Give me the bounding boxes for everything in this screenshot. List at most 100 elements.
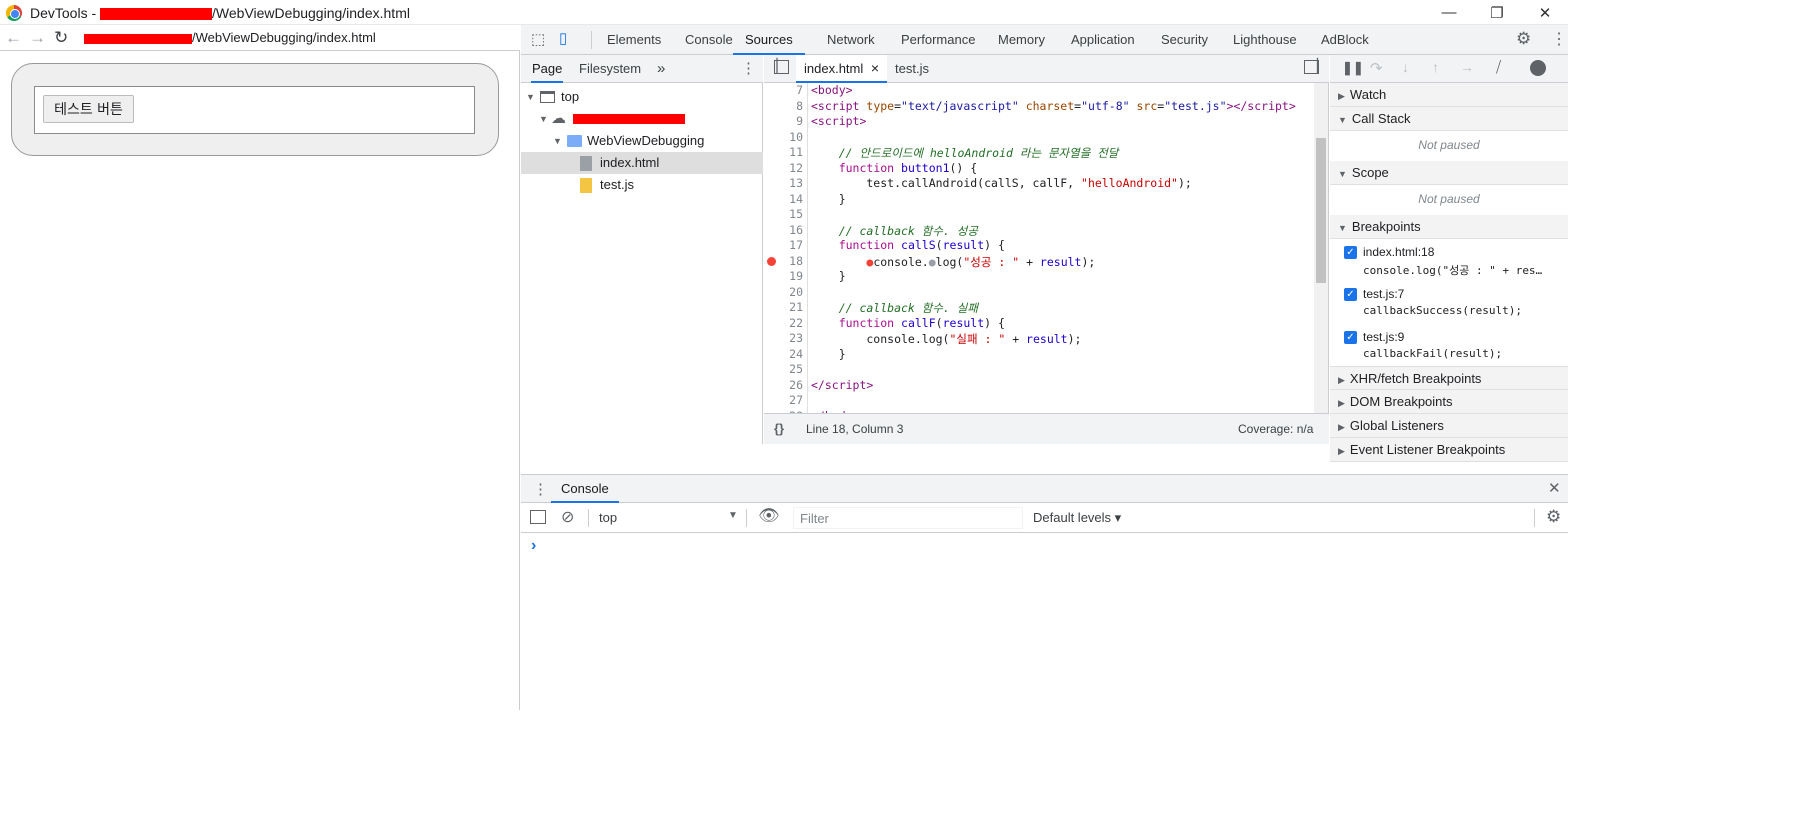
- checkbox-checked-icon[interactable]: ✓: [1344, 246, 1357, 259]
- deactivate-breakpoints-icon[interactable]: ⧸: [1496, 59, 1501, 76]
- minimize-button[interactable]: —: [1426, 0, 1472, 25]
- code-line: <script type="text/javascript" charset="…: [811, 98, 1296, 113]
- more-tabs-icon[interactable]: »: [657, 55, 665, 83]
- source-editor: ▏ index.html × test.js ▕ 7 8 9 10 11 12 …: [764, 55, 1329, 444]
- show-sidebar-icon[interactable]: [530, 510, 546, 524]
- breakpoint-location: index.html:18: [1363, 245, 1435, 259]
- line-number: 10: [789, 129, 803, 144]
- line-number: 19: [789, 269, 803, 283]
- toolbar-divider: [588, 509, 589, 527]
- checkbox-checked-icon[interactable]: ✓: [1344, 288, 1357, 301]
- line-number: 21: [789, 300, 803, 314]
- line-number: 15: [789, 207, 803, 221]
- url-path: /WebViewDebugging/index.html: [192, 30, 376, 45]
- code-line: function button1() {: [838, 160, 978, 175]
- step-icon[interactable]: →: [1460, 59, 1474, 75]
- code-area[interactable]: <body> <script type="text/javascript" ch…: [809, 83, 1314, 413]
- pretty-print-icon[interactable]: {}: [774, 421, 784, 436]
- scope-not-paused: Not paused: [1418, 192, 1480, 206]
- line-number: 17: [789, 238, 803, 252]
- tab-memory[interactable]: Memory: [998, 25, 1045, 55]
- tree-item-folder[interactable]: ▼ WebViewDebugging: [521, 130, 763, 152]
- tree-item-index-html[interactable]: index.html: [521, 152, 763, 174]
- inspect-element-icon[interactable]: ⬚: [531, 30, 545, 48]
- tree-item-host[interactable]: ▼ ☁: [521, 108, 763, 130]
- maximize-button[interactable]: ❐: [1474, 0, 1520, 25]
- window-title-suffix: /WebViewDebugging/index.html: [212, 5, 410, 21]
- log-levels-dropdown[interactable]: Default levels ▾: [1033, 510, 1121, 526]
- code-line: test.callAndroid(callS, callF, "helloAnd…: [811, 176, 1192, 190]
- toolbar-divider: [746, 509, 747, 527]
- section-call-stack[interactable]: ▼ Call Stack: [1330, 107, 1568, 131]
- settings-gear-icon[interactable]: ⚙: [1516, 29, 1531, 49]
- tab-console[interactable]: Console: [685, 25, 733, 55]
- page-viewport: 테스트 버튼: [0, 51, 520, 710]
- live-expression-eye-icon[interactable]: 👁: [758, 506, 780, 526]
- drawer-tab-console[interactable]: Console: [551, 475, 619, 503]
- step-over-icon[interactable]: ↷: [1370, 59, 1383, 77]
- window-title-prefix: DevTools -: [30, 5, 101, 21]
- editor-tab-index-html[interactable]: index.html ×: [796, 55, 888, 83]
- close-tab-icon[interactable]: ×: [871, 60, 879, 76]
- pause-on-exceptions-icon[interactable]: [1530, 60, 1546, 76]
- section-dom-label: DOM Breakpoints: [1349, 394, 1453, 409]
- navigator-tab-page[interactable]: Page: [531, 55, 564, 83]
- tab-network[interactable]: Network: [827, 25, 875, 55]
- editor-tab-test-js[interactable]: test.js: [895, 55, 929, 82]
- reload-icon[interactable]: ↻: [54, 28, 68, 48]
- console-prompt-icon[interactable]: ›: [531, 537, 536, 555]
- section-watch[interactable]: ▶ Watch: [1330, 83, 1568, 107]
- line-number: 24: [789, 346, 803, 361]
- section-scope[interactable]: ▼ Scope: [1330, 161, 1568, 185]
- tab-lighthouse[interactable]: Lighthouse: [1233, 25, 1297, 55]
- clear-console-icon[interactable]: ⊘: [561, 507, 574, 527]
- more-options-icon[interactable]: ⋮: [1551, 29, 1567, 49]
- expand-triangle-icon: ▼: [553, 136, 562, 146]
- forward-arrow-icon[interactable]: →: [29, 28, 46, 48]
- step-out-icon[interactable]: ↑: [1432, 59, 1439, 75]
- back-arrow-icon[interactable]: ←: [5, 28, 22, 48]
- scrollbar-thumb[interactable]: [1316, 138, 1326, 283]
- close-window-button[interactable]: ✕: [1522, 0, 1568, 25]
- drawer-menu-icon[interactable]: ⋮: [533, 480, 548, 498]
- breakpoint-code: callbackFail(result);: [1363, 347, 1503, 360]
- code-line: function callS(result) {: [838, 238, 1005, 252]
- address-bar: ← → ↻ /WebViewDebugging/index.html: [0, 25, 520, 51]
- url-text[interactable]: /WebViewDebugging/index.html: [84, 30, 376, 45]
- tab-elements[interactable]: Elements: [607, 25, 661, 55]
- section-event-listener-breakpoints[interactable]: ▶ Event Listener Breakpoints: [1330, 438, 1568, 462]
- tab-adblock[interactable]: AdBlock: [1321, 25, 1369, 55]
- line-number: 22: [789, 315, 803, 330]
- context-selector[interactable]: top ▼: [591, 505, 741, 531]
- tab-performance[interactable]: Performance: [901, 25, 975, 55]
- tab-application[interactable]: Application: [1071, 25, 1135, 55]
- navigator-menu-icon[interactable]: ⋮: [741, 59, 756, 77]
- test-button[interactable]: 테스트 버튼: [43, 95, 134, 123]
- console-settings-gear-icon[interactable]: ⚙: [1546, 507, 1561, 527]
- pause-icon[interactable]: ❚❚: [1342, 60, 1364, 76]
- section-global-listeners[interactable]: ▶ Global Listeners: [1330, 414, 1568, 438]
- section-xhr-breakpoints[interactable]: ▶ XHR/fetch Breakpoints: [1330, 366, 1568, 390]
- toolbar-divider: [1534, 509, 1535, 527]
- line-number: 14: [789, 191, 803, 206]
- tree-item-top[interactable]: ▼ top: [521, 86, 763, 108]
- step-into-icon[interactable]: ↓: [1402, 59, 1409, 75]
- section-dom-breakpoints[interactable]: ▶ DOM Breakpoints: [1330, 390, 1568, 414]
- device-toggle-icon[interactable]: ▯: [559, 29, 567, 47]
- line-number: 20: [789, 284, 803, 299]
- console-filter-input[interactable]: Filter: [793, 507, 1023, 529]
- navigator-tab-filesystem[interactable]: Filesystem: [579, 55, 641, 83]
- tree-item-test-js[interactable]: test.js: [521, 174, 763, 196]
- section-global-label: Global Listeners: [1349, 418, 1444, 433]
- close-drawer-icon[interactable]: ✕: [1548, 479, 1561, 497]
- toggle-navigator-icon[interactable]: ▏: [774, 59, 789, 74]
- editor-scrollbar[interactable]: [1314, 83, 1328, 413]
- toggle-debugger-icon[interactable]: ▕: [1304, 59, 1319, 74]
- tab-sources[interactable]: Sources: [733, 25, 805, 55]
- tab-security[interactable]: Security: [1161, 25, 1208, 55]
- line-number: 25: [789, 362, 803, 376]
- checkbox-checked-icon[interactable]: ✓: [1344, 331, 1357, 344]
- section-breakpoints[interactable]: ▼ Breakpoints: [1330, 215, 1568, 239]
- code-line: }: [811, 269, 846, 283]
- code-line: <script>: [811, 114, 867, 128]
